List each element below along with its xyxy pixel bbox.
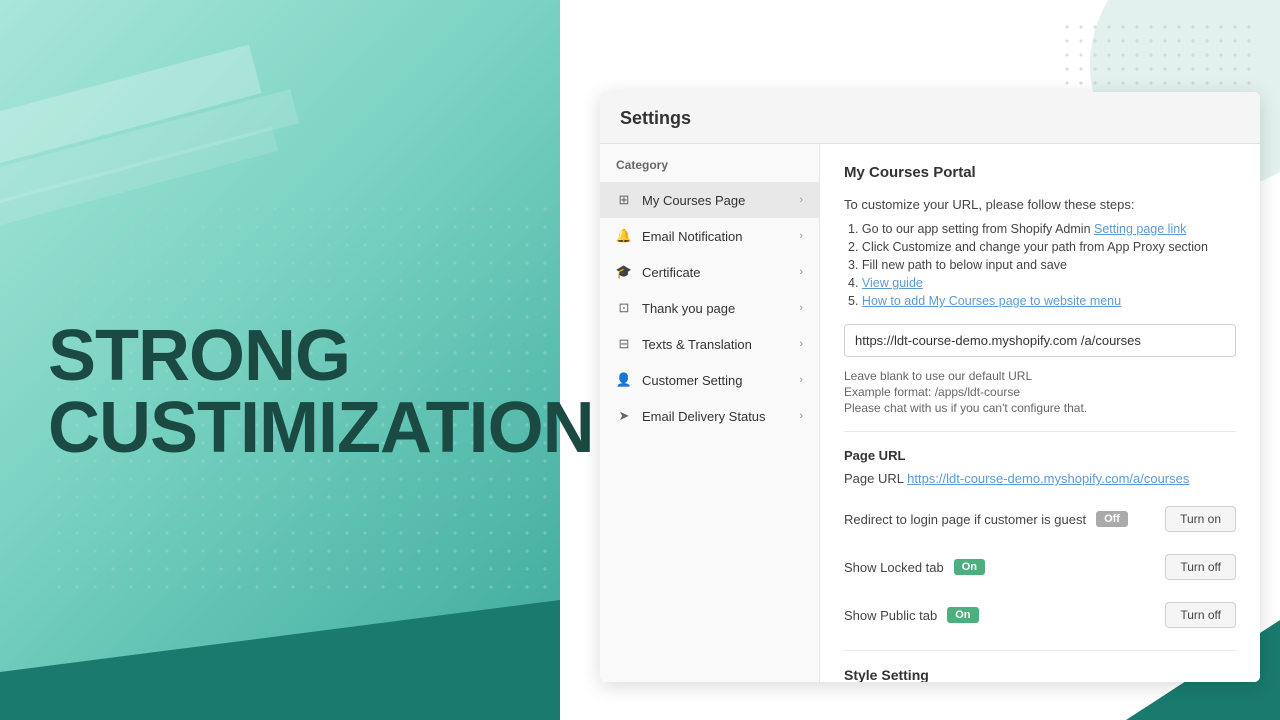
page-url-heading: Page URL: [844, 448, 1236, 463]
section-divider-1: [844, 431, 1236, 432]
toggle-public-tab: Show Public tab On Turn off: [844, 596, 1236, 634]
hero-text: STRONG CUSTIMIZATION: [48, 320, 594, 464]
step-1: 1. Go to our app setting from Shopify Ad…: [844, 222, 1236, 236]
sidebar-item-left: ➤ Email Delivery Status: [616, 408, 766, 424]
hero-line2: CUSTIMIZATION: [48, 392, 594, 464]
page-url-link[interactable]: https://ldt-course-demo.myshopify.com/a/…: [907, 471, 1189, 486]
settings-header: Settings: [600, 92, 1260, 144]
toggle-left-locked: Show Locked tab On: [844, 559, 985, 575]
step-3-num: 3.: [848, 258, 858, 272]
toggle-public-label: Show Public tab: [844, 608, 937, 623]
sidebar-item-customer-setting[interactable]: 👤 Customer Setting ›: [600, 362, 819, 398]
sidebar-label-customer: Customer Setting: [642, 373, 742, 388]
chevron-right-icon: ›: [799, 374, 803, 386]
portal-title: My Courses Portal: [844, 164, 1236, 181]
toggle-redirect-label: Redirect to login page if customer is gu…: [844, 512, 1086, 527]
step-2-num: 2.: [848, 240, 858, 254]
settings-title: Settings: [620, 108, 1240, 129]
chevron-right-icon: ›: [799, 230, 803, 242]
hint-2: Example format: /apps/ldt-course: [844, 385, 1236, 399]
toggle-redirect-status: Off: [1096, 511, 1128, 527]
sidebar-item-left: ⊟ Texts & Translation: [616, 336, 752, 352]
grid-icon: ⊞: [616, 192, 632, 208]
translate-icon: ⊟: [616, 336, 632, 352]
send-icon: ➤: [616, 408, 632, 424]
style-setting-title: Style Setting: [844, 667, 1236, 682]
hint-1: Leave blank to use our default URL: [844, 369, 1236, 383]
toggle-redirect-button[interactable]: Turn on: [1165, 506, 1236, 532]
step-2: 2. Click Customize and change your path …: [844, 240, 1236, 254]
setting-page-link[interactable]: Setting page link: [1094, 222, 1186, 236]
sidebar-label-thank-you: Thank you page: [642, 301, 735, 316]
settings-content: My Courses Portal To customize your URL,…: [820, 144, 1260, 682]
bell-icon: 🔔: [616, 228, 632, 244]
hint-3-end: if you can't configure that.: [947, 401, 1087, 415]
toggle-locked-status: On: [954, 559, 985, 575]
sidebar-item-texts-translation[interactable]: ⊟ Texts & Translation ›: [600, 326, 819, 362]
toggle-left-public: Show Public tab On: [844, 607, 979, 623]
certificate-icon: 🎓: [616, 264, 632, 280]
page-url-prefix: Page URL: [844, 471, 907, 486]
sidebar-item-email-notification[interactable]: 🔔 Email Notification ›: [600, 218, 819, 254]
step-5-num: 5.: [848, 294, 858, 308]
settings-body: Category ⊞ My Courses Page › 🔔 Email Not…: [600, 144, 1260, 682]
toggle-public-button[interactable]: Turn off: [1165, 602, 1236, 628]
page-url-value: Page URL https://ldt-course-demo.myshopi…: [844, 471, 1236, 486]
sidebar-item-left: 🔔 Email Notification: [616, 228, 742, 244]
sidebar-label-delivery: Email Delivery Status: [642, 409, 766, 424]
toggle-left-redirect: Redirect to login page if customer is gu…: [844, 511, 1128, 527]
toggle-locked-tab: Show Locked tab On Turn off: [844, 548, 1236, 586]
url-input[interactable]: [844, 324, 1236, 357]
sidebar-label-my-courses: My Courses Page: [642, 193, 745, 208]
sidebar-label-certificate: Certificate: [642, 265, 701, 280]
sidebar-label-texts: Texts & Translation: [642, 337, 752, 352]
section-divider-2: [844, 650, 1236, 651]
layout-icon: ⊡: [616, 300, 632, 316]
toggle-redirect-login: Redirect to login page if customer is gu…: [844, 500, 1236, 538]
chevron-right-icon: ›: [799, 302, 803, 314]
step-1-text: Go to our app setting from Shopify Admin: [862, 222, 1094, 236]
sidebar-item-certificate[interactable]: 🎓 Certificate ›: [600, 254, 819, 290]
view-guide-link[interactable]: View guide: [862, 276, 923, 290]
sidebar-item-left: 🎓 Certificate: [616, 264, 701, 280]
chat-with-us-link[interactable]: chat with us: [884, 401, 947, 415]
step-3: 3. Fill new path to below input and save: [844, 258, 1236, 272]
hint-3: Please chat with us if you can't configu…: [844, 401, 1236, 415]
step-1-num: 1.: [848, 222, 858, 236]
sidebar-item-thank-you-page[interactable]: ⊡ Thank you page ›: [600, 290, 819, 326]
sidebar-item-left: ⊞ My Courses Page: [616, 192, 745, 208]
add-courses-menu-link[interactable]: How to add My Courses page to website me…: [862, 294, 1121, 308]
chevron-right-icon: ›: [799, 410, 803, 422]
url-instruction: To customize your URL, please follow the…: [844, 197, 1236, 212]
page-url-section: Page URL Page URL https://ldt-course-dem…: [844, 448, 1236, 486]
toggle-locked-label: Show Locked tab: [844, 560, 944, 575]
step-3-text: Fill new path to below input and save: [862, 258, 1067, 272]
url-input-row: [844, 324, 1236, 357]
step-4-num: 4.: [848, 276, 858, 290]
chevron-right-icon: ›: [799, 194, 803, 206]
settings-sidebar: Category ⊞ My Courses Page › 🔔 Email Not…: [600, 144, 820, 682]
hint-3-text: Please: [844, 401, 884, 415]
chevron-right-icon: ›: [799, 338, 803, 350]
step-4: 4. View guide: [844, 276, 1236, 290]
step-5: 5. How to add My Courses page to website…: [844, 294, 1236, 308]
toggle-locked-button[interactable]: Turn off: [1165, 554, 1236, 580]
sidebar-item-my-courses-page[interactable]: ⊞ My Courses Page ›: [600, 182, 819, 218]
settings-panel: Settings Category ⊞ My Courses Page › 🔔 …: [600, 92, 1260, 682]
hero-line1: STRONG: [48, 320, 594, 392]
steps-list: 1. Go to our app setting from Shopify Ad…: [844, 222, 1236, 308]
sidebar-label-email-notif: Email Notification: [642, 229, 742, 244]
sidebar-item-left: ⊡ Thank you page: [616, 300, 735, 316]
sidebar-item-left: 👤 Customer Setting: [616, 372, 742, 388]
toggle-public-status: On: [947, 607, 978, 623]
category-header: Category: [600, 144, 819, 182]
user-icon: 👤: [616, 372, 632, 388]
chevron-right-icon: ›: [799, 266, 803, 278]
sidebar-item-email-delivery[interactable]: ➤ Email Delivery Status ›: [600, 398, 819, 434]
step-2-text: Click Customize and change your path fro…: [862, 240, 1208, 254]
